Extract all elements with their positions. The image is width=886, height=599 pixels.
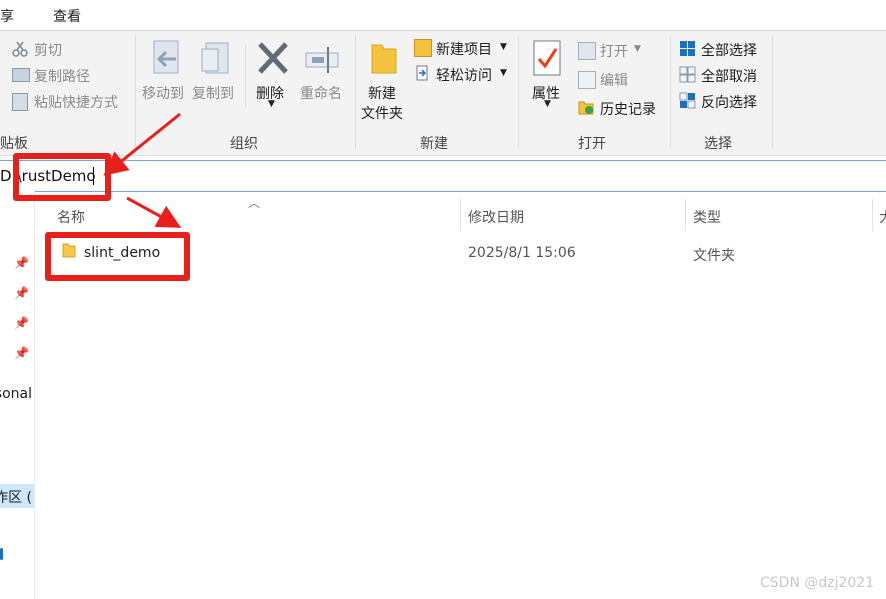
annotation-arrow-1 [103,112,181,176]
annotation-arrow-2 [126,196,182,228]
annotation-arrows [103,112,182,228]
watermark: CSDN @dzj2021 [760,575,875,591]
